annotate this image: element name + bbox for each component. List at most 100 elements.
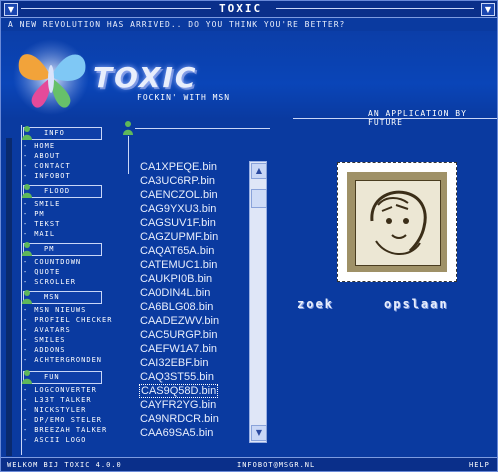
title-rule-left	[21, 8, 211, 9]
bullet: -	[23, 436, 29, 444]
bullet: -	[23, 346, 29, 354]
sidebar-item[interactable]: - HOME	[23, 142, 55, 151]
sidebar-item[interactable]: - ADDONS	[23, 346, 66, 355]
sidebar-item-label: HOME	[34, 142, 56, 150]
bullet: -	[23, 316, 29, 324]
file-list-item[interactable]: CA6BLG08.bin	[140, 301, 213, 313]
sidebar-item[interactable]: - SMILE	[23, 200, 60, 209]
scroll-down-icon[interactable]: ▼	[251, 425, 267, 441]
sidebar-item-label: SMILES	[34, 336, 66, 344]
msn-buddy-icon	[22, 370, 32, 384]
sidebar-item[interactable]: - L33T TALKER	[23, 396, 92, 405]
sidebar-item[interactable]: - TEKST	[23, 220, 60, 229]
sidebar-item[interactable]: - MAIL	[23, 230, 55, 239]
bullet: -	[23, 278, 29, 286]
save-button[interactable]: opslaan	[384, 297, 449, 311]
sidebar-item-label: BREEZAH TALKER	[34, 426, 108, 434]
sidebar-category-label: INFO	[44, 129, 65, 137]
sidebar-item-label: TEKST	[34, 220, 61, 228]
bullet: -	[23, 396, 29, 404]
sidebar-item[interactable]: - ACHTERGRONDEN	[23, 356, 102, 365]
file-list-item[interactable]: CA0DIN4L.bin	[140, 287, 210, 299]
sidebar-rail	[6, 138, 12, 456]
sidebar-item-label: AVATARS	[34, 326, 71, 334]
bullet: -	[23, 268, 29, 276]
sidebar-item[interactable]: - ASCII LOGO	[23, 436, 86, 445]
scroll-thumb[interactable]	[251, 189, 267, 208]
tagline: A NEW REVOLUTION HAS ARRIVED.. DO YOU TH…	[8, 20, 346, 29]
sidebar-item[interactable]: - DP/EMO STELER	[23, 416, 102, 425]
file-list-item[interactable]: CATEMUC1.bin	[140, 259, 217, 271]
sidebar-item[interactable]: - ABOUT	[23, 152, 60, 161]
sidebar-item-label: SCROLLER	[34, 278, 76, 286]
butterfly-logo-icon	[13, 39, 89, 115]
bullet: -	[23, 210, 29, 218]
file-list-item[interactable]: CAEFW1A7.bin	[140, 343, 217, 355]
file-list[interactable]: CA1XPEQE.bin CA3UC6RP.bin CAENCZOL.bin CAG9…	[138, 161, 243, 446]
file-list-item[interactable]: CA3UC6RP.bin	[140, 175, 215, 187]
sidebar-category-info[interactable]: INFO	[22, 126, 102, 140]
window-title: TOXIC	[219, 2, 263, 15]
status-email-link[interactable]: INFOBOT@MSGR.NL	[237, 461, 315, 469]
sidebar-item-label: LOGCONVERTER	[34, 386, 97, 394]
file-list-item[interactable]: CAS9Q58D.bin	[138, 384, 219, 398]
bullet: -	[23, 306, 29, 314]
msn-buddy-icon	[22, 184, 32, 198]
sidebar-item[interactable]: - INFOBOT	[23, 172, 71, 181]
file-list-item[interactable]: CAADEZWV.bin	[140, 315, 219, 327]
bullet: -	[23, 426, 29, 434]
msn-buddy-icon	[123, 121, 133, 135]
file-list-item[interactable]: CAYFR2YG.bin	[140, 399, 216, 411]
file-list-item[interactable]: CA1XPEQE.bin	[140, 161, 217, 173]
list-left-rule	[128, 136, 129, 174]
file-list-item[interactable]: CAC5URGP.bin	[140, 329, 217, 341]
sidebar-item-label: PROFIEL CHECKER	[34, 316, 113, 324]
list-top-rule	[135, 128, 270, 129]
sidebar-item[interactable]: - MSN NIEUWS	[23, 306, 86, 315]
file-list-item[interactable]: CAGZUPMF.bin	[140, 231, 218, 243]
search-button[interactable]: zoek	[297, 297, 334, 311]
logo-wordmark: TOXIC	[93, 61, 198, 94]
file-list-item[interactable]: CAG9YXU3.bin	[140, 203, 216, 215]
help-link[interactable]: HELP	[469, 461, 490, 469]
sidebar-item-label: MSN NIEUWS	[34, 306, 87, 314]
app-credit: AN APPLICATION BY FUTURE	[368, 109, 467, 127]
sidebar-item[interactable]: - CONTACT	[23, 162, 71, 171]
sidebar-category-fun[interactable]: FUN	[22, 370, 102, 384]
scroll-up-icon[interactable]: ▲	[251, 163, 267, 179]
sidebar-category-pm[interactable]: PM	[22, 242, 102, 256]
sidebar-item[interactable]: - AVATARS	[23, 326, 71, 335]
menu-icon[interactable]: ▼	[4, 3, 18, 16]
close-icon[interactable]: ▼	[481, 3, 495, 16]
title-bar[interactable]: ▼ TOXIC ▼	[1, 1, 497, 18]
sidebar-item[interactable]: - LOGCONVERTER	[23, 386, 97, 395]
file-list-item[interactable]: CAQAT65A.bin	[140, 245, 214, 257]
file-list-item[interactable]: CAQ3ST55.bin	[140, 371, 214, 383]
bullet: -	[23, 142, 29, 150]
bullet: -	[23, 406, 29, 414]
bullet: -	[23, 162, 29, 170]
sidebar-category-msn[interactable]: MSN	[22, 290, 102, 304]
sidebar-item[interactable]: - QUOTE	[23, 268, 60, 277]
bullet: -	[23, 326, 29, 334]
file-list-item[interactable]: CAENCZOL.bin	[140, 189, 218, 201]
sidebar-item-label: DP/EMO STELER	[34, 416, 103, 424]
sidebar-item[interactable]: - PM	[23, 210, 45, 219]
sidebar-item[interactable]: - BREEZAH TALKER	[23, 426, 107, 435]
sidebar-item[interactable]: - SCROLLER	[23, 278, 76, 287]
bullet: -	[23, 152, 29, 160]
sidebar-item[interactable]: - NICKSTYLER	[23, 406, 86, 415]
sidebar-item-label: SMILE	[34, 200, 61, 208]
file-list-item[interactable]: CAA69SA5.bin	[140, 427, 213, 439]
sidebar-category-flood[interactable]: FLOOD	[22, 184, 102, 198]
file-list-item[interactable]: CAGSUV1F.bin	[140, 217, 216, 229]
file-list-item[interactable]: CAI32EBF.bin	[140, 357, 208, 369]
sidebar-item[interactable]: - COUNTDOWN	[23, 258, 81, 267]
logo-subtitle: FOCKIN' WITH MSN	[137, 93, 231, 102]
sidebar-item[interactable]: - PROFIEL CHECKER	[23, 316, 112, 325]
sidebar-item-label: COUNTDOWN	[34, 258, 82, 266]
file-list-item[interactable]: CAUKPI0B.bin	[140, 273, 212, 285]
file-list-scrollbar[interactable]: ▲ ▼	[249, 161, 267, 443]
file-list-item[interactable]: CA9NRDCR.bin	[140, 413, 219, 425]
sidebar-item[interactable]: - SMILES	[23, 336, 66, 345]
